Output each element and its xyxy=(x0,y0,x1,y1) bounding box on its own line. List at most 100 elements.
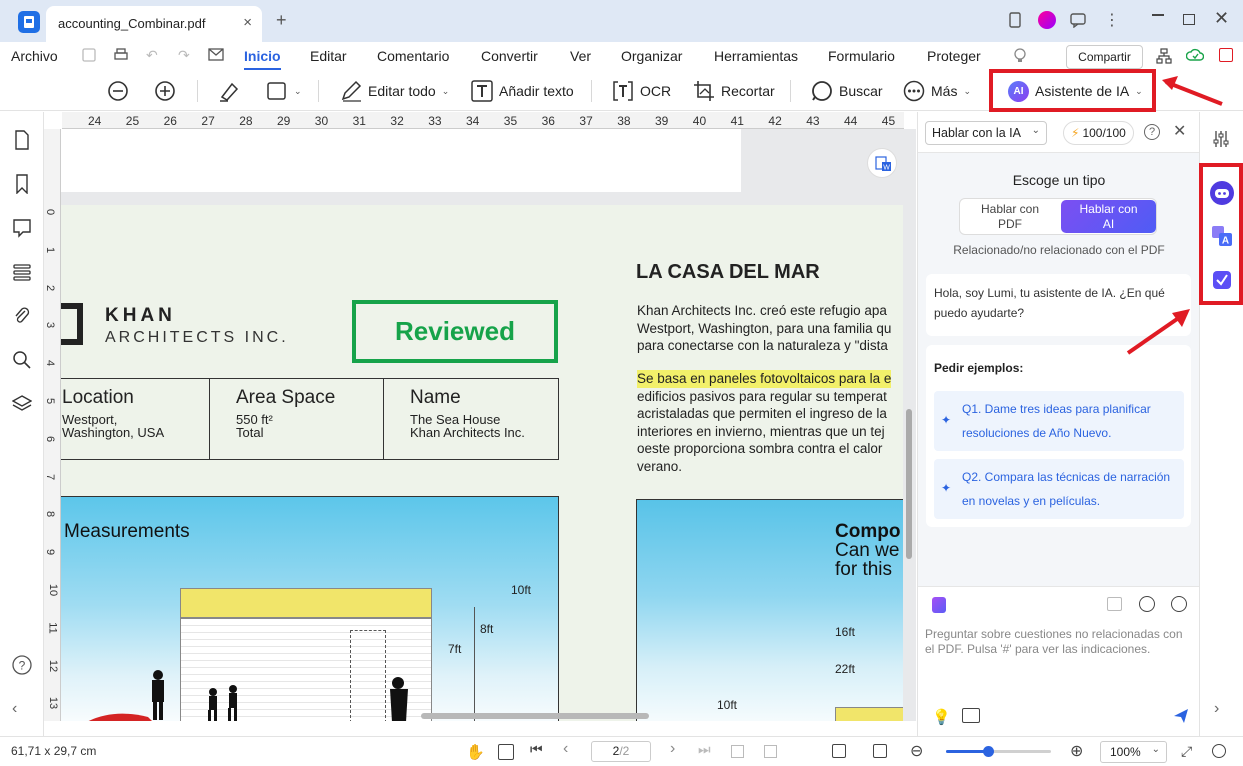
zoom-slider-handle[interactable] xyxy=(983,746,994,757)
shape-button[interactable]: ⌄ xyxy=(266,79,302,103)
ai-quota-badge[interactable]: ⚡ 100/100 xyxy=(1063,121,1134,145)
document-viewport[interactable]: W KHAN ARCHITECTS INC. Reviewed Location… xyxy=(61,129,916,721)
tab-title: accounting_Combinar.pdf xyxy=(58,16,206,31)
help-icon[interactable]: ? xyxy=(1144,124,1160,140)
avatar[interactable] xyxy=(1038,11,1056,29)
collapse-left-icon[interactable]: ‹ xyxy=(12,700,32,720)
ruler-mark: 33 xyxy=(428,114,442,128)
page-display-icon[interactable] xyxy=(873,744,887,758)
menu-herramientas[interactable]: Herramientas xyxy=(714,48,798,64)
talk-pdf-option[interactable]: Hablar con PDF xyxy=(961,200,1059,233)
ai-mode-select[interactable]: Hablar con la IA ⌄ xyxy=(925,121,1047,145)
menu-comentario[interactable]: Comentario xyxy=(377,48,449,64)
layers-icon[interactable] xyxy=(12,394,32,414)
menu-editar[interactable]: Editar xyxy=(310,48,347,64)
lightbulb-icon[interactable] xyxy=(1013,47,1027,65)
reviewed-stamp[interactable]: Reviewed xyxy=(352,300,558,363)
roof xyxy=(835,707,903,721)
highlighted-text[interactable]: Se basa en paneles fotovoltaicos para la… xyxy=(637,370,892,388)
bookmark-icon[interactable] xyxy=(12,174,32,194)
example-q1[interactable]: ✦ Q1. Dame tres ideas para planificar re… xyxy=(934,391,1184,451)
edit-all-button[interactable]: Editar todo ⌄ xyxy=(340,79,449,103)
option-line: PDF xyxy=(998,217,1022,231)
fit-width-icon[interactable] xyxy=(764,745,777,758)
next-page-icon[interactable]: › xyxy=(670,740,675,758)
search-icon[interactable] xyxy=(12,350,32,370)
zoom-in-icon[interactable]: ⊕ xyxy=(1070,741,1083,761)
zoom-slider[interactable] xyxy=(946,746,1051,757)
close-window-button[interactable]: ✕ xyxy=(1214,8,1229,29)
menu-archivo[interactable]: Archivo xyxy=(11,48,58,64)
phone-icon[interactable] xyxy=(1008,12,1022,28)
info-title: Area Space xyxy=(236,387,336,408)
new-tab-button[interactable]: + xyxy=(276,10,287,31)
minimize-button[interactable] xyxy=(1152,14,1164,16)
image-upload-icon[interactable] xyxy=(962,708,980,723)
last-page-icon[interactable]: ⏭ xyxy=(698,741,711,758)
ai-input-area: Preguntar sobre cuestiones no relacionad… xyxy=(918,586,1200,736)
fullscreen-icon[interactable]: ⤢ xyxy=(1181,743,1192,760)
page-number-input[interactable]: 2/2 xyxy=(591,741,651,762)
new-chat-icon[interactable] xyxy=(1107,597,1122,611)
search-button[interactable]: Buscar xyxy=(811,79,883,103)
menu-convertir[interactable]: Convertir xyxy=(481,48,538,64)
menu-proteger[interactable]: Proteger xyxy=(927,48,981,64)
menu-inicio[interactable]: Inicio xyxy=(244,48,281,70)
redo-icon[interactable]: ↷ xyxy=(178,47,190,64)
crop-button[interactable]: Recortar xyxy=(693,79,775,103)
send-icon[interactable] xyxy=(1173,708,1189,724)
mail-icon[interactable] xyxy=(208,48,224,61)
talk-ai-option[interactable]: Hablar con AI xyxy=(1061,200,1156,233)
zoom-out-icon[interactable]: ⊖ xyxy=(910,741,923,761)
first-page-icon[interactable]: ⏮ xyxy=(530,741,543,758)
fit-page-icon[interactable] xyxy=(731,745,744,758)
history-icon[interactable] xyxy=(1139,596,1155,612)
add-text-button[interactable]: Añadir texto xyxy=(471,79,574,103)
page-thumbnail-icon[interactable] xyxy=(12,130,32,150)
attachment-icon[interactable] xyxy=(12,306,32,326)
external-icon[interactable] xyxy=(1219,48,1233,62)
help-icon[interactable]: ? xyxy=(12,655,32,675)
menu-organizar[interactable]: Organizar xyxy=(621,48,682,64)
horizontal-scrollbar[interactable] xyxy=(421,713,649,719)
zoom-level-select[interactable]: 100% ⌄ xyxy=(1100,741,1167,763)
collapse-right-icon[interactable]: › xyxy=(1214,700,1219,718)
settings-icon[interactable] xyxy=(1171,596,1187,612)
select-tool-icon[interactable] xyxy=(498,744,514,760)
info-cell-name: Name The Sea House Khan Architects Inc. xyxy=(384,379,558,459)
zoom-out-button[interactable] xyxy=(107,79,129,103)
cloud-sync-icon[interactable] xyxy=(1186,48,1204,62)
properties-sliders-icon[interactable] xyxy=(1212,130,1230,148)
comment-icon[interactable] xyxy=(12,218,32,238)
save-icon[interactable] xyxy=(82,48,96,62)
maximize-button[interactable] xyxy=(1183,14,1195,25)
prompt-library-icon[interactable] xyxy=(932,597,946,613)
undo-icon[interactable]: ↶ xyxy=(146,47,158,64)
menu-formulario[interactable]: Formulario xyxy=(828,48,895,64)
more-options-icon[interactable] xyxy=(1212,744,1226,758)
more-vertical-icon[interactable]: ⋮ xyxy=(1104,10,1120,30)
feedback-icon[interactable] xyxy=(1070,12,1086,28)
ai-prompt-input[interactable]: Preguntar sobre cuestiones no relacionad… xyxy=(925,627,1193,687)
layers-list-icon[interactable] xyxy=(12,262,32,282)
hand-tool-icon[interactable]: ✋ xyxy=(466,743,485,761)
zoom-slider-fill xyxy=(946,750,988,753)
example-q2[interactable]: ✦ Q2. Compara las técnicas de narración … xyxy=(934,459,1184,519)
close-panel-icon[interactable]: ✕ xyxy=(1173,121,1186,141)
ruler-mark: 6 xyxy=(44,435,57,442)
zoom-in-button[interactable] xyxy=(154,79,176,103)
page-layout-icon[interactable] xyxy=(832,744,846,758)
tab-close-button[interactable]: × xyxy=(243,14,252,31)
menu-ver[interactable]: Ver xyxy=(570,48,591,64)
vertical-scrollbar[interactable] xyxy=(906,409,912,559)
share-button[interactable]: Compartir xyxy=(1066,45,1143,69)
more-button[interactable]: Más ⌄ xyxy=(903,79,971,103)
lightbulb-icon[interactable]: 💡 xyxy=(932,708,951,726)
ocr-button[interactable]: OCR xyxy=(612,79,671,103)
network-icon[interactable] xyxy=(1156,48,1172,64)
convert-to-word-icon[interactable]: W xyxy=(867,148,897,178)
prev-page-icon[interactable]: ‹ xyxy=(563,740,568,758)
document-tab[interactable]: accounting_Combinar.pdf × xyxy=(46,6,262,42)
highlight-button[interactable] xyxy=(218,79,240,103)
print-icon[interactable] xyxy=(113,48,129,62)
